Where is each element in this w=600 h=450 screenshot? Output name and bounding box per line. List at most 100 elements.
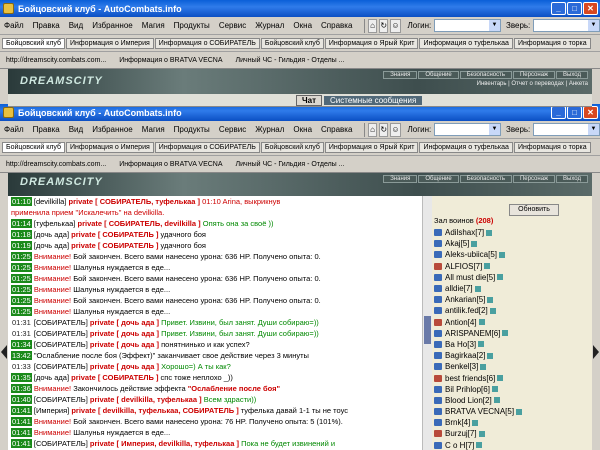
user-name[interactable]: best friends[6] (445, 374, 495, 383)
info-icon[interactable] (472, 419, 479, 426)
user-list-item[interactable]: Brnk[4] (434, 417, 584, 428)
link-tufelkaa[interactable]: Информация о туфелькаа (419, 37, 513, 49)
user-list-item[interactable]: Akaj[5] (434, 238, 584, 249)
chevron-down-icon[interactable]: ▼ (489, 124, 500, 135)
chat-timestamp[interactable]: 01:25 (11, 296, 32, 305)
chat-timestamp[interactable]: 01:40 (11, 395, 32, 404)
chat-timestamp[interactable]: 01:35 (11, 373, 32, 382)
chat-timestamp[interactable]: 01:25 (11, 252, 32, 261)
tab-dreamscity[interactable]: http://dreamscity.combats.com... (3, 56, 109, 65)
private-recipients[interactable]: private [ дочь ада ] (90, 318, 159, 327)
private-recipients[interactable]: private [ СОБИРАТЕЛЬ ] (71, 241, 158, 250)
menu-view[interactable]: Вид (69, 125, 83, 134)
user-name[interactable]: С о Н[7] (445, 441, 474, 450)
info-icon[interactable] (474, 285, 481, 292)
user-list-item[interactable]: ARISPANEM[6] (434, 328, 584, 339)
info-icon[interactable] (516, 408, 523, 415)
private-recipients[interactable]: private [ дочь ада ] (90, 362, 159, 371)
info-icon[interactable] (478, 319, 485, 326)
info-icon[interactable] (497, 375, 504, 382)
user-list-item[interactable]: BRATVA VECNA[5] (434, 406, 584, 417)
user-name[interactable]: Bagirkaa[2] (445, 351, 485, 360)
info-icon[interactable] (487, 296, 494, 303)
info-icon[interactable] (476, 442, 483, 449)
link-imperia[interactable]: Информация о Империя (66, 37, 154, 49)
link-tufelkaa[interactable]: Информация о туфелькаа (419, 141, 513, 153)
menu-products[interactable]: Продукты (174, 125, 210, 134)
minimize-button[interactable]: _ (551, 106, 566, 119)
private-recipients[interactable]: "Ослабление после боя" (188, 384, 280, 393)
tab-chat[interactable]: Чат (296, 94, 322, 106)
menu-edit[interactable]: Правка (33, 125, 60, 134)
info-icon[interactable] (480, 363, 487, 370)
link-sobiratel[interactable]: Информация о СОБИРАТЕЛЬ (154, 141, 260, 153)
close-button[interactable]: ✕ (583, 2, 598, 15)
refresh-icon[interactable]: ↻ (379, 122, 389, 137)
chevron-down-icon[interactable]: ▼ (489, 20, 500, 31)
user-name[interactable]: Brnk[4] (445, 418, 470, 427)
nav-knowledge[interactable]: Знания (383, 71, 418, 79)
tab-bratva[interactable]: Информация о BRATVA VECNA (116, 160, 225, 169)
menu-file[interactable]: Файл (4, 125, 24, 134)
link-fight-club[interactable]: Бойцовский клуб (2, 141, 66, 153)
user-name[interactable]: Adilshax[7] (445, 228, 484, 237)
login-combo[interactable]: ▼ (434, 123, 501, 136)
nav-exit[interactable]: Выход (556, 175, 588, 183)
menu-windows[interactable]: Окна (293, 21, 312, 30)
tab-system-messages[interactable]: Системные сообщения (324, 95, 423, 105)
user-list-item[interactable]: Antion[4] (434, 317, 584, 328)
game-subnav[interactable]: Инвентарь | Отчет о переводах | Анкета (477, 81, 588, 87)
user-list-item[interactable]: Bagirkaa[2] (434, 350, 584, 361)
chat-timestamp[interactable]: 01:41 (11, 406, 32, 415)
chevron-down-icon[interactable]: ▼ (588, 20, 599, 31)
beast-combo[interactable]: ▼ (533, 123, 600, 136)
link-torka[interactable]: Информация о торка (513, 37, 591, 49)
menu-products[interactable]: Продукты (174, 21, 210, 30)
chat-timestamp[interactable]: 01:18 (11, 230, 32, 239)
smiley-icon[interactable]: ☺ (390, 122, 401, 137)
user-list-item[interactable]: All must die[5] (434, 272, 584, 283)
chat-timestamp[interactable]: 01:25 (11, 307, 32, 316)
menu-favorites[interactable]: Избранное (92, 125, 133, 134)
info-icon[interactable] (497, 274, 504, 281)
chat-timestamp[interactable]: 01:14 (11, 219, 32, 228)
maximize-button[interactable]: □ (567, 106, 582, 119)
menu-service[interactable]: Сервис (219, 21, 246, 30)
refresh-button[interactable]: Обновить (509, 204, 559, 216)
link-fight-club-2[interactable]: Бойцовский клуб (260, 141, 324, 153)
menu-help[interactable]: Справка (321, 21, 352, 30)
refresh-icon[interactable]: ↻ (379, 18, 389, 33)
tab-personal[interactable]: Личный ЧС - Гильдия - Отделы ... (233, 160, 348, 169)
menu-favorites[interactable]: Избранное (92, 21, 133, 30)
user-name[interactable]: antilik.fed[2] (445, 306, 488, 315)
info-icon[interactable] (489, 307, 496, 314)
tab-dreamscity[interactable]: http://dreamscity.combats.com... (3, 160, 109, 169)
nav-exit[interactable]: Выход (556, 71, 588, 79)
user-name[interactable]: ALFIOS[7] (445, 262, 482, 271)
tab-personal[interactable]: Личный ЧС - Гильдия - Отделы ... (233, 56, 348, 65)
maximize-button[interactable]: □ (567, 2, 582, 15)
scrollbar-thumb[interactable] (424, 316, 431, 344)
private-recipients[interactable]: private [ дочь ада ] (90, 340, 159, 349)
info-icon[interactable] (493, 397, 500, 404)
nav-chat[interactable]: Общение (418, 175, 459, 183)
user-name[interactable]: All must die[5] (445, 273, 495, 282)
info-icon[interactable] (499, 251, 506, 258)
tab-bratva[interactable]: Информация о BRATVA VECNA (116, 56, 225, 65)
user-name[interactable]: Ba Ho[3] (445, 340, 476, 349)
user-name[interactable]: BRATVA VECNA[5] (445, 407, 514, 416)
user-list-item[interactable]: antilik.fed[2] (434, 305, 584, 316)
collapse-left-icon[interactable] (1, 345, 7, 359)
chat-timestamp[interactable]: 01:25 (11, 285, 32, 294)
link-yaryj-krit[interactable]: Информация о Ярый Крит (324, 141, 419, 153)
user-name[interactable]: Aleks-ubiica[5] (445, 250, 497, 259)
minimize-button[interactable]: _ (551, 2, 566, 15)
chat-timestamp[interactable]: 13:42 (11, 351, 32, 360)
private-recipients[interactable]: private [ devilkilla, туфелькаа ] (90, 395, 202, 404)
user-list-item[interactable]: alldie[7] (434, 283, 584, 294)
private-recipients[interactable]: private [ дочь ада ] (90, 329, 159, 338)
link-yaryj-krit[interactable]: Информация о Ярый Крит (324, 37, 419, 49)
user-name[interactable]: Burzuj[7] (445, 429, 477, 438)
user-list-item[interactable]: ALFIOS[7] (434, 261, 584, 272)
private-recipients[interactable]: private [ СОБИРАТЕЛЬ ] (71, 373, 158, 382)
